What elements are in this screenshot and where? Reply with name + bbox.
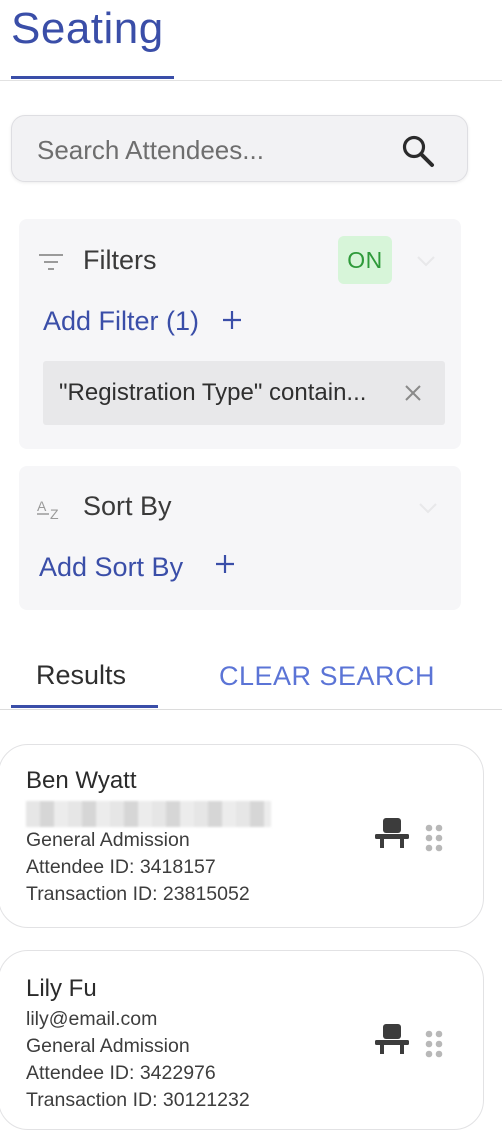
attendee-id: Attendee ID: 3418157 <box>26 856 216 878</box>
chevron-down-icon[interactable] <box>418 502 438 514</box>
add-filter-link[interactable]: Add Filter (1) <box>43 306 199 337</box>
attendee-email: lily@email.com <box>26 1008 158 1030</box>
drag-handle-icon[interactable] <box>424 1029 444 1059</box>
transaction-id: Transaction ID: 23815052 <box>26 883 250 905</box>
redacted-email <box>26 801 271 827</box>
svg-text:Z: Z <box>50 506 59 522</box>
seat-icon[interactable] <box>374 817 410 849</box>
plus-icon[interactable] <box>215 554 235 574</box>
filter-chip-label: "Registration Type" contain... <box>59 379 367 406</box>
add-sort-link[interactable]: Add Sort By <box>39 552 183 583</box>
header-divider <box>0 80 502 81</box>
svg-text:A: A <box>37 498 47 514</box>
sort-heading: Sort By <box>83 491 172 521</box>
seat-icon[interactable] <box>374 1023 410 1055</box>
tab-results[interactable]: Results <box>36 660 126 691</box>
search-input[interactable] <box>35 130 379 170</box>
search-icon[interactable] <box>401 134 435 168</box>
attendee-name: Lily Fu <box>26 975 97 1002</box>
title-underline <box>11 76 174 79</box>
filter-lines-icon <box>39 254 63 270</box>
attendee-name: Ben Wyatt <box>26 767 137 794</box>
transaction-id: Transaction ID: 30121232 <box>26 1089 250 1111</box>
attendee-id: Attendee ID: 3422976 <box>26 1062 216 1084</box>
chevron-down-icon[interactable] <box>416 255 436 267</box>
filter-chip[interactable]: "Registration Type" contain... <box>43 361 445 425</box>
attendee-card[interactable]: Lily Fu lily@email.com General Admission… <box>0 950 484 1130</box>
clear-search-button[interactable]: CLEAR SEARCH <box>219 661 435 692</box>
sort-panel: A Z Sort By Add Sort By <box>19 466 461 610</box>
tab-underline <box>11 705 158 708</box>
attendee-card[interactable]: Ben Wyatt General Admission Attendee ID:… <box>0 744 484 928</box>
filters-heading: Filters <box>83 245 157 275</box>
tabs-divider <box>0 709 502 710</box>
search-box[interactable] <box>11 115 468 182</box>
attendee-registration: General Admission <box>26 829 190 851</box>
drag-handle-icon[interactable] <box>424 823 444 853</box>
filters-on-toggle[interactable]: ON <box>338 236 392 284</box>
close-icon[interactable] <box>404 384 422 402</box>
attendee-registration: General Admission <box>26 1035 190 1057</box>
filters-panel: Filters ON Add Filter (1) "Registration … <box>19 219 461 449</box>
page-title: Seating <box>11 4 164 53</box>
sort-az-icon: A Z <box>37 498 59 522</box>
plus-icon[interactable] <box>222 310 242 330</box>
